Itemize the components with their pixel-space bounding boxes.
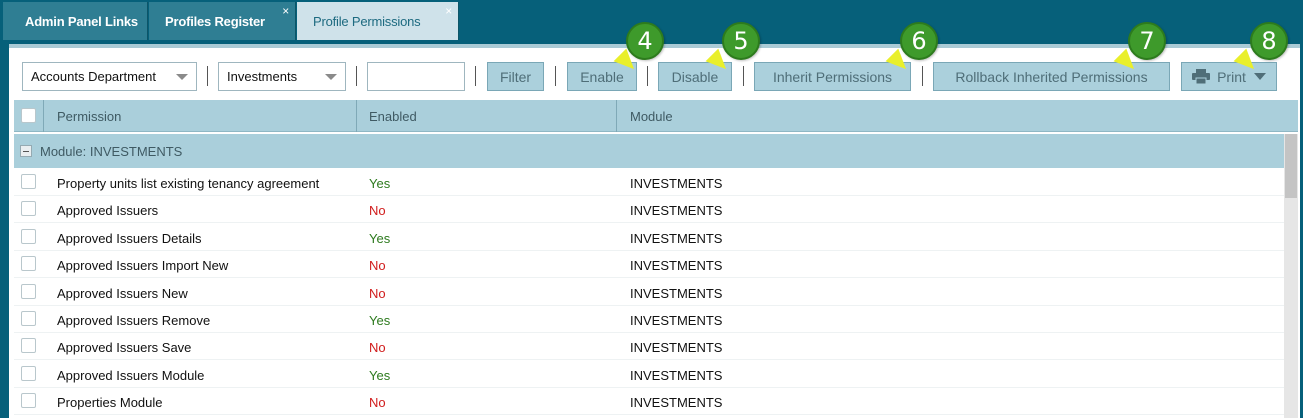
table-row[interactable]: Approved Issuers Module Yes INVESTMENTS (14, 361, 1284, 388)
department-select-value: Accounts Department (31, 69, 157, 84)
module-cell: INVESTMENTS (630, 367, 723, 383)
table-row[interactable]: Approved Issuers No INVESTMENTS (14, 196, 1284, 224)
enable-button-label: Enable (580, 68, 624, 85)
tab-label: Profile Permissions (313, 13, 421, 29)
row-checkbox[interactable] (21, 283, 36, 299)
filter-input[interactable] (367, 62, 465, 91)
rollback-label: Rollback Inherited Permissions (955, 68, 1148, 85)
select-all-cell (14, 100, 44, 132)
row-checkbox[interactable] (21, 365, 36, 381)
permission-cell: Approved Issuers (57, 203, 159, 219)
disable-button-label: Disable (671, 68, 719, 85)
toolbar-separator (743, 66, 744, 86)
callout-badge: 6 (900, 22, 938, 60)
module-cell: INVESTMENTS (630, 203, 723, 219)
row-checkbox[interactable] (21, 201, 36, 217)
column-label: Enabled (369, 108, 417, 124)
module-select-value: Investments (227, 69, 298, 84)
module-cell: INVESTMENTS (630, 258, 723, 274)
toolbar-separator (555, 66, 556, 86)
enabled-cell: No (369, 203, 386, 219)
vertical-scrollbar[interactable] (1284, 134, 1298, 418)
filter-button-label: Filter (499, 68, 532, 85)
row-checkbox[interactable] (21, 256, 36, 272)
inherit-permissions-label: Inherit Permissions (772, 68, 893, 85)
tab-profiles-register[interactable]: Profiles Register × (149, 2, 296, 40)
table-row[interactable]: Approved Issuers Save No INVESTMENTS (14, 333, 1284, 361)
enabled-cell: No (369, 285, 386, 301)
callout-badge: 7 (1128, 22, 1166, 60)
printer-icon (1192, 69, 1211, 85)
caret-down-icon (1253, 73, 1266, 80)
module-cell: INVESTMENTS (630, 313, 723, 328)
row-checkbox[interactable] (21, 393, 36, 409)
enabled-cell: Yes (369, 230, 391, 246)
enabled-cell: Yes (369, 313, 391, 328)
toolbar-separator (922, 66, 923, 86)
toolbar-separator (207, 66, 208, 86)
tab-label: Admin Panel Links (25, 13, 138, 29)
permission-cell: Approved Issuers Remove (57, 313, 211, 328)
row-checkbox[interactable] (21, 228, 36, 244)
enabled-cell: No (369, 258, 386, 274)
permission-cell: Approved Issuers Details (57, 230, 202, 246)
module-cell: INVESTMENTS (630, 395, 723, 411)
table-row[interactable]: Approved Issuers New No INVESTMENTS (14, 279, 1284, 306)
table-row[interactable]: Property units list existing tenancy agr… (14, 169, 1284, 196)
module-cell: INVESTMENTS (630, 285, 723, 301)
enabled-cell: No (369, 395, 386, 411)
column-header-module[interactable]: Module (617, 100, 1298, 132)
callout-badge: 4 (626, 22, 664, 60)
module-cell: INVESTMENTS (630, 176, 723, 191)
tab-profile-permissions[interactable]: Profile Permissions × (297, 2, 459, 40)
enabled-cell: No (369, 340, 386, 356)
inherit-permissions-button[interactable]: Inherit Permissions (754, 62, 911, 91)
module-cell: INVESTMENTS (630, 230, 723, 246)
callout-badge: 8 (1250, 22, 1288, 60)
enabled-cell: Yes (369, 367, 391, 383)
table-row[interactable]: Approved Issuers Details Yes INVESTMENTS (14, 224, 1284, 251)
callout-badge: 5 (722, 22, 760, 60)
permission-cell: Approved Issuers Save (57, 340, 192, 356)
permission-cell: Approved Issuers New (57, 285, 188, 301)
module-cell: INVESTMENTS (630, 340, 723, 356)
tab-label: Profiles Register (165, 13, 265, 29)
toolbar-separator (647, 66, 648, 86)
select-all-checkbox[interactable] (21, 108, 36, 123)
filter-button[interactable]: Filter (487, 62, 544, 91)
enabled-cell: Yes (369, 176, 391, 191)
grid-header: Permission Enabled Module (14, 100, 1298, 132)
close-icon[interactable]: × (445, 5, 452, 17)
permission-cell: Property units list existing tenancy agr… (57, 176, 320, 191)
permission-cell: Approved Issuers Module (57, 367, 205, 383)
tab-admin-panel-links[interactable]: Admin Panel Links (3, 2, 148, 40)
module-select[interactable]: Investments (218, 62, 346, 91)
table-row[interactable]: Properties Module No INVESTMENTS (14, 388, 1284, 416)
permission-cell: Properties Module (57, 395, 163, 411)
close-icon[interactable]: × (282, 5, 289, 17)
group-row[interactable]: Module: INVESTMENTS (14, 134, 1284, 168)
table-row[interactable]: Approved Issuers Remove Yes INVESTMENTS (14, 306, 1284, 333)
scrollbar-thumb[interactable] (1285, 134, 1297, 198)
row-checkbox[interactable] (21, 311, 36, 326)
table-row[interactable]: Approved Issuers Import New No INVESTMENTS (14, 251, 1284, 279)
row-checkbox[interactable] (21, 174, 36, 189)
collapse-minus-icon[interactable] (20, 145, 32, 157)
caret-down-icon (176, 74, 188, 80)
row-checkbox[interactable] (21, 338, 36, 354)
toolbar-separator (475, 66, 476, 86)
print-label: Print (1217, 68, 1246, 85)
column-label: Permission (57, 108, 122, 124)
print-button[interactable]: Print (1181, 62, 1277, 91)
column-header-permission[interactable]: Permission (44, 100, 357, 132)
column-label: Module (630, 108, 673, 124)
column-header-enabled[interactable]: Enabled (357, 100, 617, 132)
toolbar-separator (356, 66, 357, 86)
group-label: Module: INVESTMENTS (40, 143, 183, 159)
caret-down-icon (325, 74, 337, 80)
department-select[interactable]: Accounts Department (22, 62, 197, 91)
permission-cell: Approved Issuers Import New (57, 258, 229, 274)
